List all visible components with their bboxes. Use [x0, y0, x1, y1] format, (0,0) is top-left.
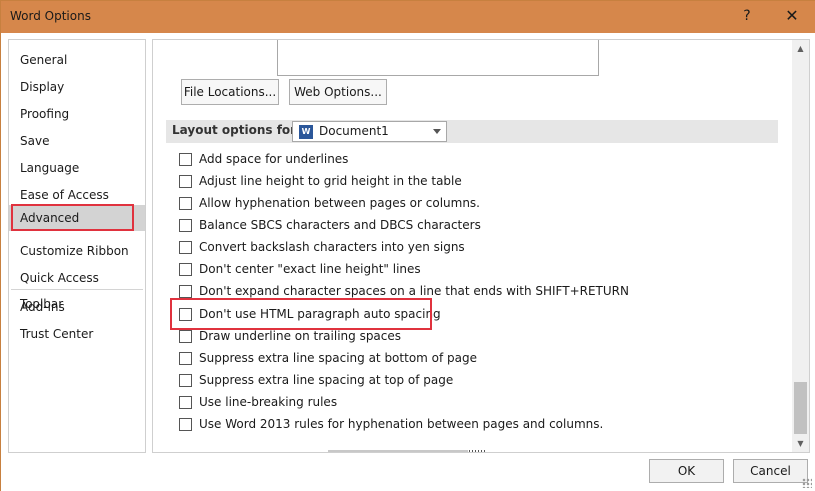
checkbox[interactable]	[179, 153, 192, 166]
option-label: Convert backslash characters into yen si…	[199, 240, 465, 254]
cancel-button[interactable]: Cancel	[733, 459, 808, 483]
title-bar: Word Options ? ✕	[1, 1, 815, 33]
option-label: Use Word 2013 rules for hyphenation betw…	[199, 417, 604, 431]
window-title: Word Options	[10, 9, 91, 23]
dialog-body: General Display Proofing Save Language E…	[1, 33, 815, 491]
sidebar-item-trust-center[interactable]: Trust Center	[9, 321, 145, 347]
word-options-dialog: Word Options ? ✕ General Display Proofin…	[0, 0, 815, 491]
category-sidebar: General Display Proofing Save Language E…	[8, 39, 146, 453]
document-select-value: Document1	[319, 124, 389, 138]
horizontal-scroll-grip[interactable]	[469, 450, 485, 452]
checkbox[interactable]	[179, 241, 192, 254]
checkbox[interactable]	[179, 219, 192, 232]
sidebar-item-display[interactable]: Display	[9, 74, 145, 100]
option-label: Use line-breaking rules	[199, 395, 338, 409]
scroll-down-icon[interactable]: ▼	[792, 435, 809, 452]
resize-grip-icon[interactable]	[802, 478, 812, 488]
checkbox[interactable]	[179, 175, 192, 188]
option-label: Suppress extra line spacing at top of pa…	[199, 373, 454, 387]
vertical-scrollbar[interactable]: ▲ ▼	[792, 40, 809, 452]
web-options-button[interactable]: Web Options...	[289, 79, 387, 105]
option-label: Allow hyphenation between pages or colum…	[199, 196, 480, 210]
checkbox[interactable]	[179, 396, 192, 409]
scrollbar-thumb[interactable]	[794, 382, 807, 434]
checkbox[interactable]	[179, 197, 192, 210]
checkbox[interactable]	[179, 352, 192, 365]
option-label: Draw underline on trailing spaces	[199, 329, 402, 343]
checkbox[interactable]	[179, 374, 192, 387]
sidebar-divider	[11, 289, 143, 290]
option-label: Suppress extra line spacing at bottom of…	[199, 351, 478, 365]
ok-button[interactable]: OK	[649, 459, 724, 483]
sidebar-item-save[interactable]: Save	[9, 128, 145, 154]
scroll-up-icon[interactable]: ▲	[792, 40, 809, 57]
document-select[interactable]: W Document1	[292, 121, 447, 142]
checkbox[interactable]	[179, 285, 192, 298]
checkbox[interactable]	[179, 418, 192, 431]
option-label: Adjust line height to grid height in the…	[199, 174, 462, 188]
checkbox[interactable]	[179, 330, 192, 343]
option-label: Don't center "exact line height" lines	[199, 262, 421, 276]
layout-options-header: Layout options for: W Document1	[166, 120, 778, 143]
sidebar-item-quick-access-toolbar[interactable]: Quick Access Toolbar	[9, 265, 145, 311]
layout-options-label: Layout options for:	[172, 123, 301, 137]
html-option-highlight-box	[170, 298, 432, 330]
option-label: Don't expand character spaces on a line …	[199, 284, 629, 298]
option-label: Balance SBCS characters and DBCS charact…	[199, 218, 481, 232]
sidebar-item-general[interactable]: General	[9, 47, 145, 73]
sidebar-item-language[interactable]: Language	[9, 155, 145, 181]
options-panel: File Locations... Web Options... Layout …	[152, 39, 810, 453]
close-icon[interactable]: ✕	[779, 5, 805, 27]
horizontal-scroll-track	[328, 450, 468, 452]
preview-box	[277, 40, 599, 76]
help-icon[interactable]: ?	[738, 5, 756, 27]
sidebar-item-proofing[interactable]: Proofing	[9, 101, 145, 127]
sidebar-item-add-ins[interactable]: Add-ins	[9, 294, 145, 320]
checkbox[interactable]	[179, 263, 192, 276]
sidebar-item-customize-ribbon[interactable]: Customize Ribbon	[9, 238, 145, 264]
option-label: Add space for underlines	[199, 152, 349, 166]
advanced-highlight-box	[11, 204, 134, 231]
word-document-icon: W	[299, 125, 313, 139]
chevron-down-icon	[433, 129, 441, 134]
file-locations-button[interactable]: File Locations...	[181, 79, 279, 105]
